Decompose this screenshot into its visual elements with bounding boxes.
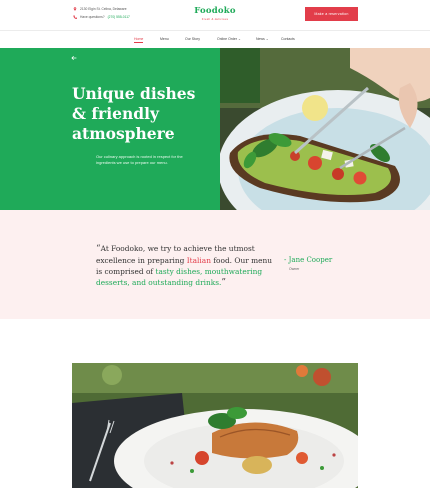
grilled-fish-illustration	[72, 363, 358, 488]
hero-description: Our culinary approach is rooted in respe…	[96, 154, 183, 166]
arrow-left-icon[interactable]	[71, 55, 77, 63]
hero-title-line3: atmosphere	[72, 124, 175, 143]
make-reservation-button[interactable]: Make a reservation	[305, 7, 358, 21]
quote-text: “At Foodoko, we try to achieve the utmos…	[96, 243, 276, 289]
hero-food-photo	[220, 48, 430, 210]
nav-item-menu[interactable]: Menu	[160, 37, 169, 41]
quote-author-role: Owner	[289, 267, 300, 271]
quote-highlight-italian: Italian	[186, 256, 211, 265]
nav-item-news[interactable]: News ⌄	[256, 37, 269, 41]
main-nav: Home Menu Our Story Online Order ⌄ News …	[0, 30, 430, 48]
avocado-toast-illustration	[220, 48, 430, 210]
dish-photo	[72, 363, 358, 488]
logo-name: Foodoko	[194, 6, 236, 16]
hero-title-line1: Unique dishes	[72, 84, 196, 103]
hero-title: Unique dishes & friendly atmosphere	[72, 84, 212, 144]
arrow-left-glyph	[71, 55, 77, 61]
hero-title-line2: & friendly	[72, 104, 159, 123]
logo[interactable]: Foodoko Fresh & delicious	[0, 6, 430, 21]
nav-item-our-story[interactable]: Our Story	[185, 37, 200, 41]
top-bar: 2130 Elgin St. Celina, Delaware Have que…	[0, 0, 430, 30]
nav-item-contacts[interactable]: Contacts	[281, 37, 295, 41]
nav-item-home[interactable]: Home	[134, 37, 144, 43]
nav-item-online-order[interactable]: Online Order ⌄	[217, 37, 241, 41]
quote-author: - Jane Cooper	[284, 256, 333, 264]
close-quote-glyph: ”	[221, 278, 226, 288]
logo-tagline: Fresh & delicious	[201, 17, 229, 21]
